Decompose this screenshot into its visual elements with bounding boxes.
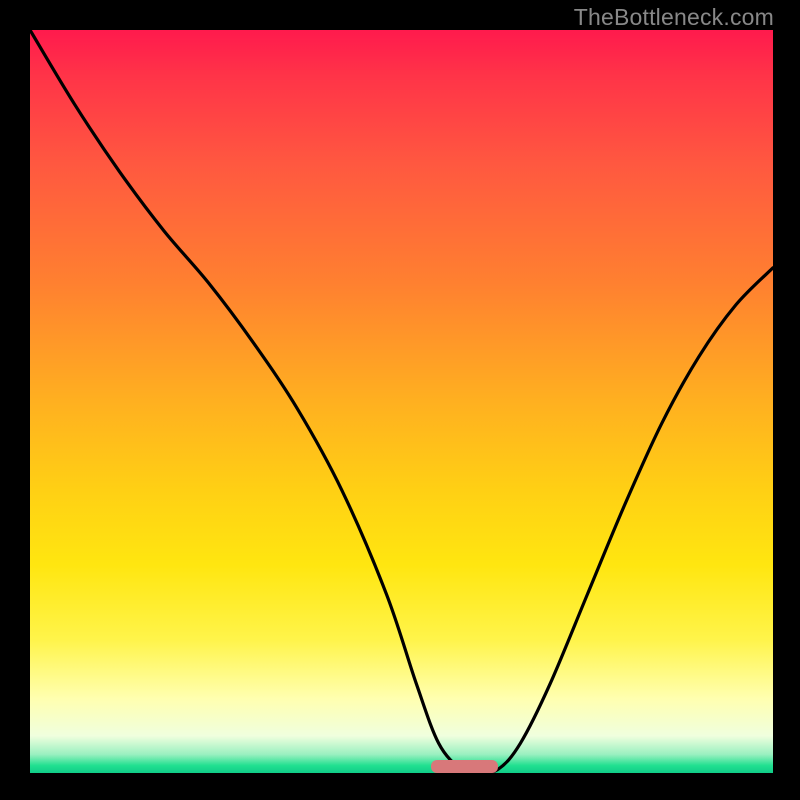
optimal-range-marker xyxy=(431,760,498,773)
plot-area xyxy=(30,30,773,773)
chart-frame: TheBottleneck.com xyxy=(0,0,800,800)
bottleneck-curve xyxy=(30,30,773,773)
watermark-text: TheBottleneck.com xyxy=(574,4,774,31)
